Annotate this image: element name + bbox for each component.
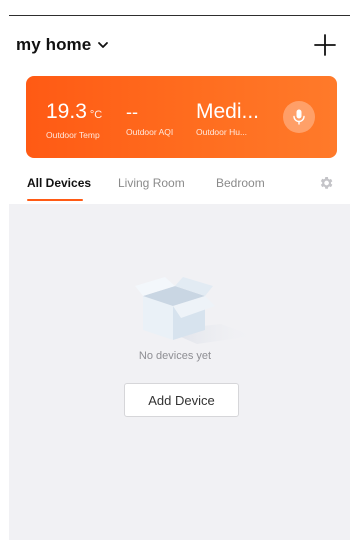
- microphone-icon: [293, 109, 305, 125]
- home-switcher[interactable]: my home: [16, 35, 109, 55]
- plus-icon: [314, 34, 336, 56]
- chevron-down-icon: [98, 42, 109, 48]
- active-tab-indicator: [27, 199, 83, 201]
- weather-card[interactable]: 19.3 °C Outdoor Temp -- Outdoor AQI Medi.…: [26, 76, 337, 158]
- top-divider: [9, 15, 350, 16]
- temperature-label: Outdoor Temp: [46, 130, 100, 140]
- header: my home: [16, 28, 336, 62]
- device-list-area: No devices yet Add Device: [9, 204, 350, 540]
- humidity-value: Medi...: [196, 100, 260, 123]
- temperature-unit: °C: [89, 109, 103, 121]
- outdoor-aqi: -- Outdoor AQI: [126, 100, 173, 138]
- empty-box-icon: [135, 277, 253, 344]
- aqi-label: Outdoor AQI: [126, 127, 174, 137]
- home-title: my home: [16, 35, 92, 54]
- tab-living-room[interactable]: Living Room: [118, 176, 185, 190]
- aqi-value: --: [126, 102, 138, 122]
- empty-state-message: No devices yet: [138, 350, 212, 362]
- tab-all-devices[interactable]: All Devices: [27, 176, 91, 190]
- outdoor-humidity: Medi... Outdoor Hu...: [196, 100, 274, 138]
- outdoor-temperature: 19.3 °C Outdoor Temp: [46, 100, 102, 141]
- tab-bedroom[interactable]: Bedroom: [216, 176, 265, 190]
- humidity-label: Outdoor Hu...: [196, 127, 248, 137]
- temperature-value: 19.3: [46, 100, 87, 123]
- gear-icon[interactable]: [318, 175, 334, 191]
- add-button[interactable]: [312, 32, 338, 58]
- add-device-button[interactable]: Add Device: [124, 383, 239, 417]
- room-tabs: All Devices Living Room Bedroom: [0, 170, 350, 204]
- voice-button[interactable]: [283, 101, 315, 133]
